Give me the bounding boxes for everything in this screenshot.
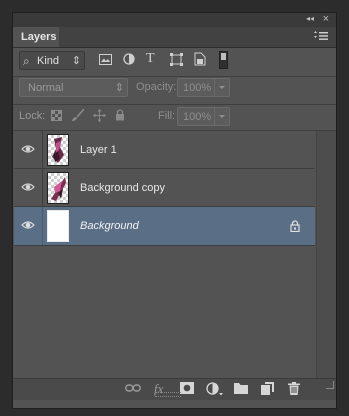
toggle-knob <box>221 53 226 60</box>
opacity-field[interactable]: 100% <box>177 78 230 97</box>
lock-transparent-pixels-icon[interactable] <box>51 110 62 124</box>
divider <box>13 104 336 105</box>
eye-icon[interactable] <box>21 218 35 232</box>
layer-list: Layer 1 Background copy Background <box>14 131 315 378</box>
panel-menu-icon[interactable] <box>314 31 328 43</box>
divider <box>42 131 43 168</box>
search-icon: ⌕ <box>23 54 30 68</box>
divider <box>42 169 43 206</box>
opacity-value: 100% <box>183 82 212 94</box>
lock-label: Lock: <box>19 110 46 122</box>
tab-layers[interactable]: Layers <box>13 27 59 47</box>
layer-kind-filter-dropdown[interactable]: ⌕ Kind ⇕ <box>19 51 85 70</box>
adjustment-filter-icon[interactable] <box>123 53 135 68</box>
fill-dropdown-button[interactable] <box>214 108 229 125</box>
panel-resize-handle[interactable] <box>155 392 181 397</box>
divider <box>42 207 43 245</box>
shape-filter-icon[interactable] <box>170 53 183 69</box>
lock-image-pixels-icon[interactable] <box>71 108 85 125</box>
blend-row: Normal ⇕ Opacity: 100% <box>13 78 336 102</box>
panel-title-bar[interactable]: ◂◂ × <box>13 13 336 27</box>
layers-panel: ◂◂ × Layers ⌕ Kind ⇕ T Normal ⇕ Opacity:… <box>12 12 337 409</box>
image-filter-icon[interactable] <box>99 54 112 68</box>
lock-position-icon[interactable] <box>93 109 106 125</box>
filter-row: ⌕ Kind ⇕ T <box>13 49 336 73</box>
layer-thumbnail <box>47 172 69 204</box>
layer-thumbnail <box>47 134 69 166</box>
fill-value: 100% <box>183 111 212 123</box>
collapse-panel-icon[interactable]: ◂◂ <box>306 14 314 23</box>
resize-grip[interactable] <box>326 381 334 389</box>
lock-icon <box>290 220 300 235</box>
panel-footer: fx <box>13 378 336 400</box>
delete-layer-icon[interactable] <box>288 382 300 398</box>
layer-row-layer-1[interactable]: Layer 1 <box>14 131 315 169</box>
layer-row-background[interactable]: Background <box>14 207 315 246</box>
kind-filter-label: Kind <box>37 55 60 67</box>
add-mask-icon[interactable] <box>180 382 194 397</box>
layer-list-scrollbar[interactable] <box>316 131 336 378</box>
opacity-dropdown-button[interactable] <box>214 79 229 96</box>
opacity-label: Opacity: <box>136 81 177 93</box>
fill-field[interactable]: 100% <box>177 107 230 126</box>
layer-name[interactable]: Background <box>80 207 139 245</box>
smart-object-filter-icon[interactable] <box>194 52 206 69</box>
fill-label: Fill: <box>158 110 176 122</box>
new-adjustment-layer-icon[interactable] <box>206 382 224 399</box>
blend-mode-value: Normal <box>28 82 64 94</box>
eye-icon[interactable] <box>21 142 35 156</box>
link-layers-icon[interactable] <box>125 383 141 396</box>
layer-thumbnail <box>47 210 69 242</box>
lock-all-icon[interactable] <box>115 109 125 124</box>
layer-name[interactable]: Background copy <box>80 169 165 207</box>
stepper-icon: ⇕ <box>114 82 124 94</box>
stepper-icon: ⇕ <box>71 55 81 67</box>
panel-tab-row: Layers <box>13 27 336 48</box>
layer-name[interactable]: Layer 1 <box>80 131 117 169</box>
eye-icon[interactable] <box>21 180 35 194</box>
lock-row: Lock: Fill: 100% <box>13 106 336 130</box>
new-group-icon[interactable] <box>234 382 248 397</box>
new-layer-icon[interactable] <box>261 382 274 398</box>
divider <box>13 76 336 77</box>
close-panel-icon[interactable]: × <box>323 13 329 25</box>
type-filter-icon[interactable]: T <box>146 51 155 67</box>
blend-mode-dropdown[interactable]: Normal ⇕ <box>19 78 128 97</box>
filter-toggle-switch[interactable] <box>219 51 228 69</box>
layer-row-background-copy[interactable]: Background copy <box>14 169 315 207</box>
